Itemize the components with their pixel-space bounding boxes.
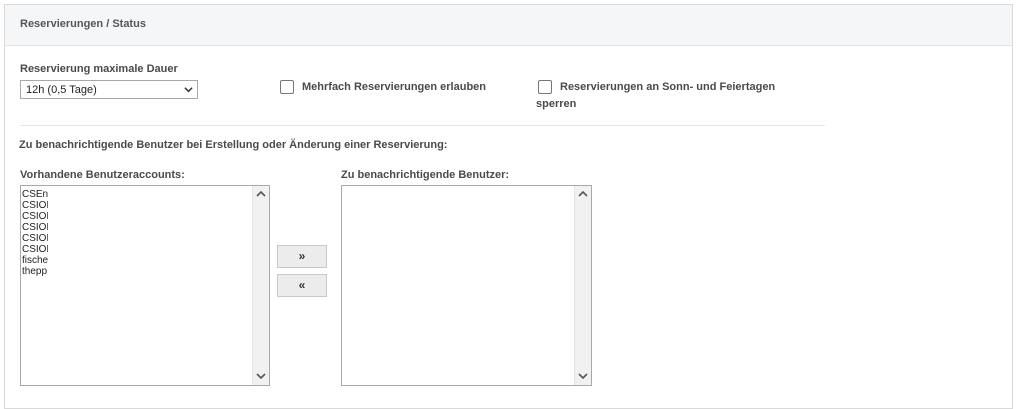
multiple-reservations-label[interactable]: Mehrfach Reservierungen erlauben: [302, 79, 486, 96]
available-users-listbox[interactable]: CSEnt CSIOE CSIOE CSIOE CSIOE CSIOE fisc…: [20, 185, 270, 386]
notify-heading: Zu benachrichtigende Benutzer bei Erstel…: [19, 139, 448, 151]
list-item[interactable]: CSEnt: [22, 189, 48, 200]
panel-header: Reservierungen / Status: [5, 5, 1012, 46]
block-holidays-label-line2[interactable]: sperren: [536, 96, 576, 113]
duration-label: Reservierung maximale Dauer: [20, 63, 178, 75]
list-item[interactable]: CSIOE: [22, 211, 48, 222]
list-item[interactable]: CSIOE: [22, 200, 48, 211]
remove-user-button[interactable]: «: [277, 274, 327, 297]
divider: [20, 125, 825, 126]
add-user-button[interactable]: »: [277, 245, 327, 268]
reservations-panel: Reservierungen / Status Reservierung max…: [4, 4, 1013, 409]
scrollbar[interactable]: [574, 186, 591, 385]
list-item[interactable]: CSIOE: [22, 222, 48, 233]
selected-users-label: Zu benachrichtigende Benutzer:: [341, 169, 510, 181]
duration-select[interactable]: 12h (0,5 Tage): [20, 80, 198, 99]
chevron-down-icon: [184, 87, 193, 93]
block-holidays-checkbox[interactable]: [538, 80, 552, 94]
panel-title: Reservierungen / Status: [20, 18, 146, 30]
multiple-reservations-checkbox[interactable]: [280, 80, 294, 94]
list-item[interactable]: thepp: [22, 266, 48, 277]
list-item[interactable]: CSIOE: [22, 244, 48, 255]
scroll-down-icon[interactable]: [256, 372, 266, 380]
list-item[interactable]: CSIOE: [22, 233, 48, 244]
available-users-list: CSEnt CSIOE CSIOE CSIOE CSIOE CSIOE fisc…: [22, 189, 48, 277]
scroll-up-icon[interactable]: [256, 190, 266, 198]
scrollbar[interactable]: [252, 186, 269, 385]
scroll-up-icon[interactable]: [578, 190, 588, 198]
list-item[interactable]: fische: [22, 255, 48, 266]
duration-select-value: 12h (0,5 Tage): [26, 84, 97, 96]
scroll-down-icon[interactable]: [578, 372, 588, 380]
available-users-label: Vorhandene Benutzeraccounts:: [20, 169, 185, 181]
block-holidays-label[interactable]: Reservierungen an Sonn- und Feiertagen: [560, 79, 775, 96]
selected-users-listbox[interactable]: [341, 185, 592, 386]
